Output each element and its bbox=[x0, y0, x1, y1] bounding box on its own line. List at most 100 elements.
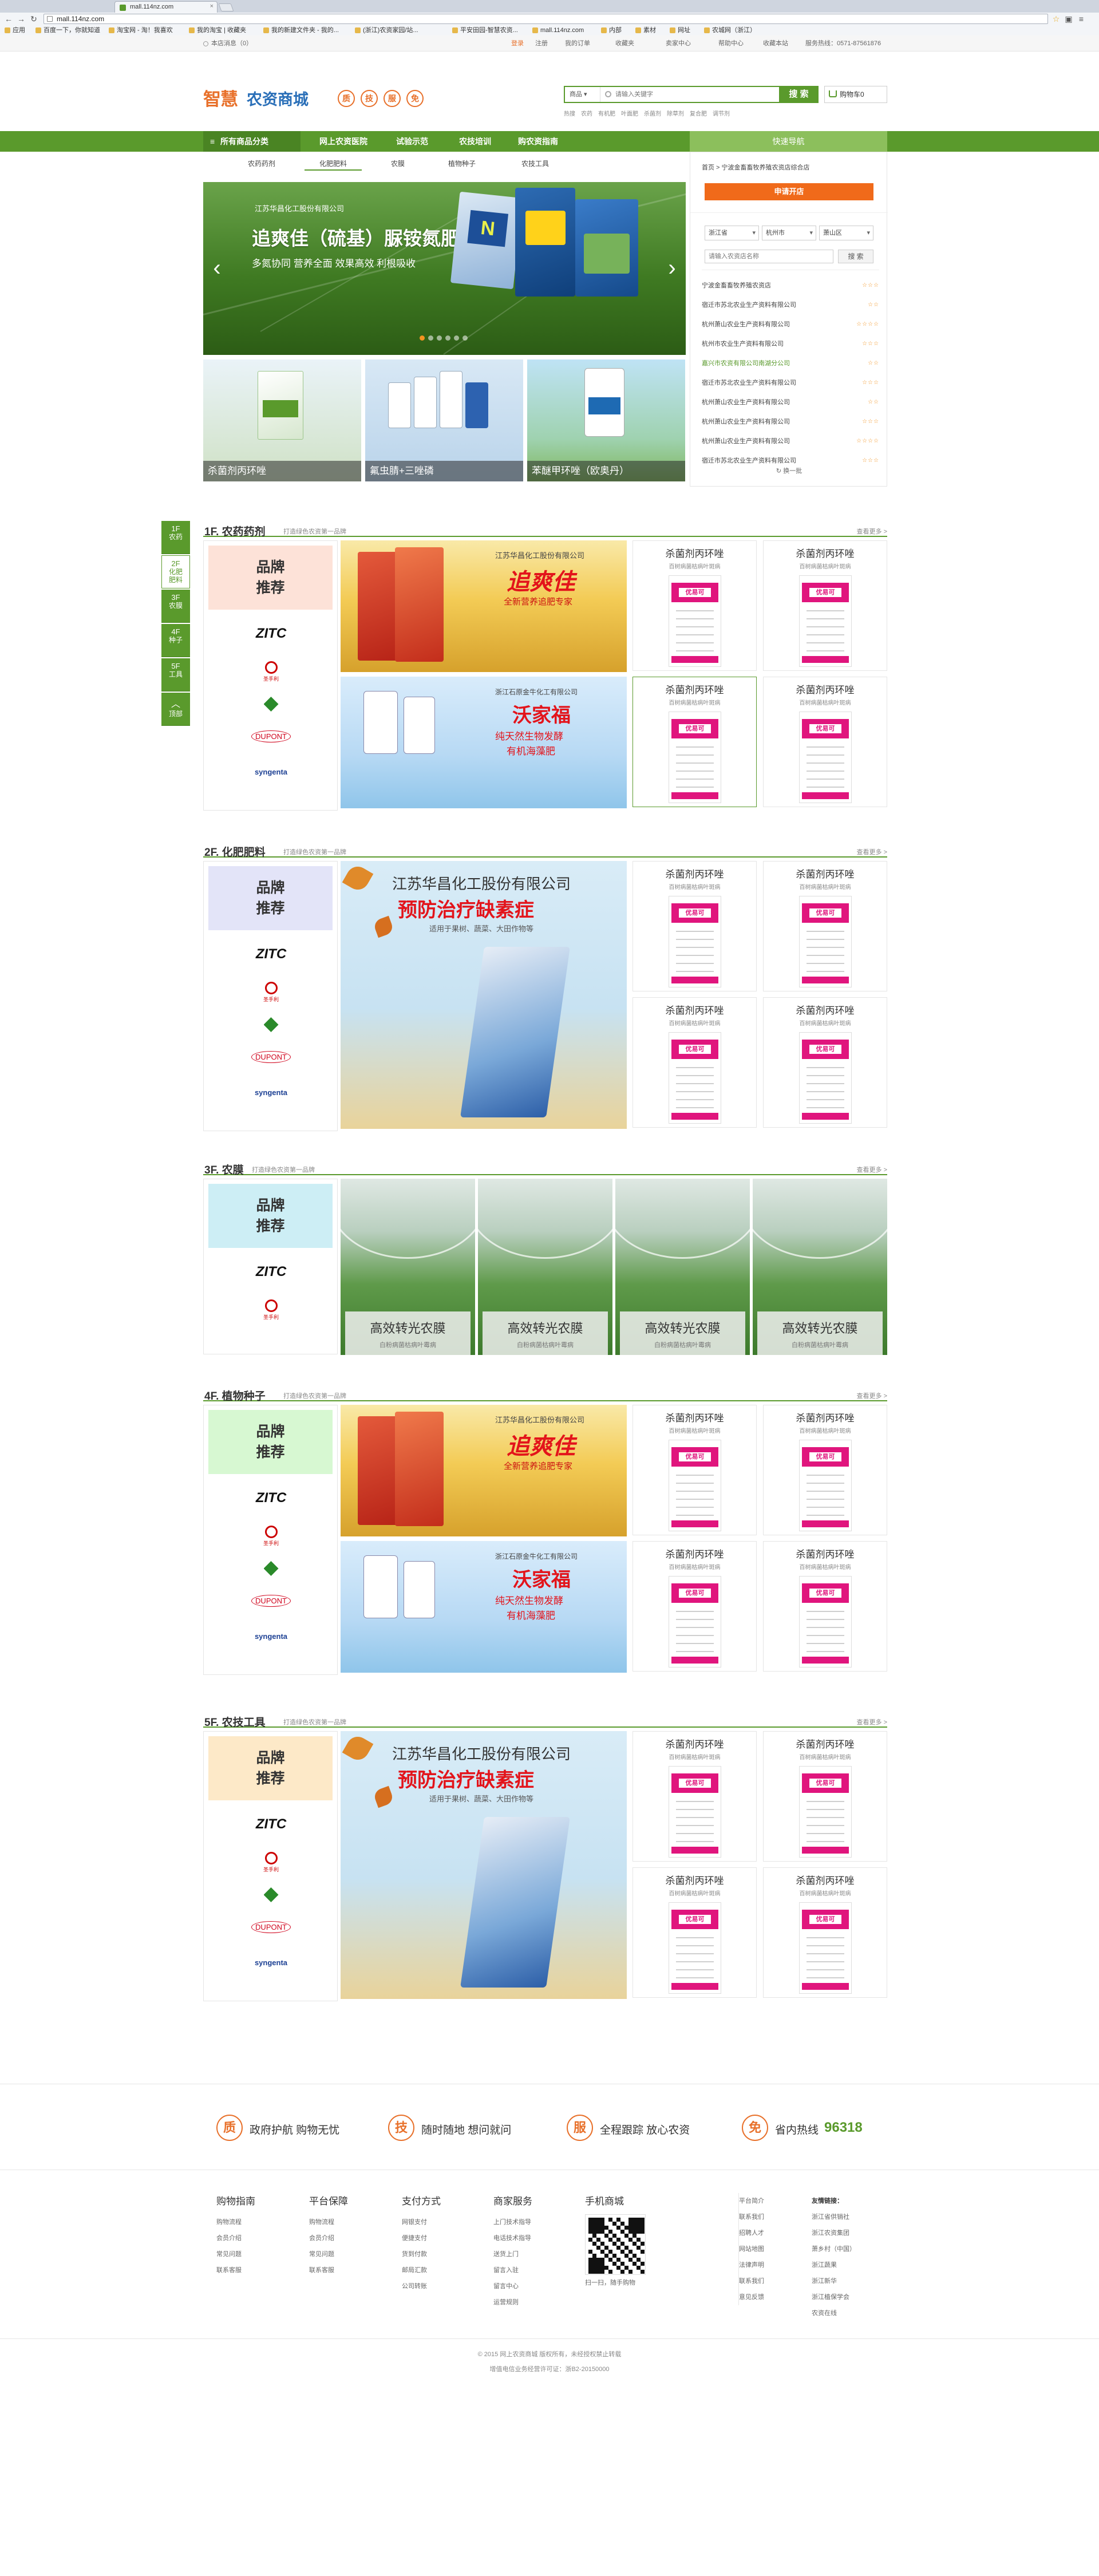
product-name[interactable]: 杀菌剂丙环唑 bbox=[633, 1410, 756, 1424]
product-card[interactable]: 杀菌剂丙环唑 百树病菌枯病叶斑病 优易可 bbox=[763, 997, 887, 1128]
hot-word[interactable]: 调节剂 bbox=[713, 111, 730, 117]
shop-list-item[interactable]: 杭州萧山农业生产资料有限公司 ☆☆☆☆ bbox=[702, 435, 879, 448]
nav-item[interactable]: 农技培训 bbox=[444, 131, 507, 152]
product-name[interactable]: 杀菌剂丙环唑 bbox=[764, 1872, 887, 1887]
back-to-top-button[interactable]: ︿ 顶部 bbox=[161, 693, 190, 726]
forward-arrow-icon[interactable]: → bbox=[16, 14, 26, 23]
shop-list-item[interactable]: 宁波金畜畜牧养殖农资店 ☆☆☆ bbox=[702, 279, 879, 292]
footer-link[interactable]: 常见问题 bbox=[309, 2246, 348, 2262]
shop-list-item[interactable]: 宿迁市苏北农业生产资料有限公司 ☆☆☆ bbox=[702, 377, 879, 389]
friend-link[interactable]: 浙江新华 bbox=[812, 2273, 856, 2289]
brand-logo[interactable]: DUPONT bbox=[204, 1051, 338, 1063]
reload-icon[interactable]: ↻ bbox=[29, 14, 39, 23]
extension-icon[interactable]: ▣ bbox=[1064, 14, 1074, 23]
friend-link[interactable]: 浙江蔬果 bbox=[812, 2257, 856, 2273]
product-name[interactable]: 杀菌剂丙环唑 bbox=[764, 866, 887, 880]
shop-search-button[interactable]: 搜 索 bbox=[838, 250, 873, 263]
site-nav-link[interactable]: 收藏本站 bbox=[763, 35, 788, 52]
hot-word[interactable]: 除草剂 bbox=[667, 111, 684, 117]
product-name[interactable]: 杀菌剂丙环唑 bbox=[764, 1410, 887, 1424]
subtab-item[interactable]: 植物种子 bbox=[433, 157, 491, 171]
brand-logo[interactable]: 圣手利 bbox=[204, 661, 338, 682]
footer-link[interactable]: 联系客服 bbox=[309, 2262, 348, 2278]
shop-list-item[interactable]: 宿迁市苏北农业生产资料有限公司 ☆☆ bbox=[702, 299, 879, 311]
product-card[interactable]: 杀菌剂丙环唑 百树病菌枯病叶斑病 优易可 bbox=[763, 861, 887, 991]
hot-word[interactable]: 热搜 bbox=[564, 111, 575, 117]
footer-link[interactable]: 运营规则 bbox=[493, 2294, 532, 2310]
brand-logo[interactable]: syngenta bbox=[204, 1088, 338, 1097]
nav-item[interactable]: 购农资指南 bbox=[507, 131, 570, 152]
bookmark-folder[interactable]: 素材 bbox=[635, 25, 656, 35]
banner-dot[interactable] bbox=[428, 335, 433, 341]
banner-dot[interactable] bbox=[437, 335, 442, 341]
help-center-link[interactable]: 帮助中心 bbox=[718, 35, 744, 52]
brand-logo[interactable] bbox=[204, 1887, 338, 1902]
floor-nav-item[interactable]: 3F 农膜 bbox=[161, 590, 190, 623]
brand-logo[interactable]: 圣手利 bbox=[204, 1299, 338, 1321]
floor-nav-item[interactable]: 1F 农药 bbox=[161, 521, 190, 554]
brand-logo[interactable]: syngenta bbox=[204, 1632, 338, 1641]
about-link[interactable]: 平台简介 bbox=[739, 2193, 764, 2209]
brand-logo[interactable]: ZITC bbox=[204, 1490, 338, 1506]
more-link[interactable]: 查看更多 > bbox=[857, 847, 887, 856]
bookmark-item[interactable]: 我的新建文件夹 - 我的... bbox=[263, 25, 339, 35]
site-logo[interactable]: 智慧 农资商城 bbox=[203, 85, 346, 110]
product-name[interactable]: 杀菌剂丙环唑 bbox=[764, 1736, 887, 1751]
footer-link[interactable]: 购物流程 bbox=[216, 2214, 255, 2230]
film-card[interactable]: 高效转光农膜 白粉病菌枯病叶霉病 bbox=[341, 1179, 475, 1355]
close-tab-icon[interactable]: × bbox=[210, 3, 214, 10]
product-name[interactable]: 杀菌剂丙环唑 bbox=[633, 1872, 756, 1887]
product-card[interactable]: 杀菌剂丙环唑 百树病菌枯病叶斑病 优易可 bbox=[632, 1731, 757, 1862]
film-card[interactable]: 高效转光农膜 白粉病菌枯病叶霉病 bbox=[753, 1179, 887, 1355]
product-name[interactable]: 杀菌剂丙环唑 bbox=[633, 1002, 756, 1017]
banner-dot[interactable] bbox=[445, 335, 450, 341]
subtab-item[interactable]: 农药药剂 bbox=[233, 157, 290, 171]
brand-logo[interactable]: syngenta bbox=[204, 1958, 338, 1967]
district-select[interactable]: 萧山区 bbox=[819, 226, 873, 240]
hero-banner[interactable]: 江苏华昌化工股份有限公司 追爽佳（硫基）脲铵氮肥 多氮协同 营养全面 效果高效 … bbox=[203, 182, 686, 355]
footer-link[interactable]: 便捷支付 bbox=[402, 2230, 441, 2246]
product-thumb[interactable]: 氟虫腈+三唑磷 bbox=[365, 359, 523, 481]
floor-nav-item[interactable]: 5F 工具 bbox=[161, 658, 190, 692]
ad-banner[interactable]: 江苏华昌化工股份有限公司 预防治疗缺素症 适用于果树、蔬菜、大田作物等 bbox=[341, 861, 627, 1129]
film-card[interactable]: 高效转光农膜 白粉病菌枯病叶霉病 bbox=[478, 1179, 612, 1355]
footer-link[interactable]: 留言入驻 bbox=[493, 2262, 532, 2278]
my-orders-link[interactable]: 我的订单 bbox=[565, 35, 590, 52]
bookmark-item[interactable]: 百度一下，你就知道 bbox=[35, 25, 100, 35]
product-thumb[interactable]: 杀菌剂丙环唑 bbox=[203, 359, 361, 481]
bookmark-star-icon[interactable]: ☆ bbox=[1051, 14, 1061, 23]
ad-banner[interactable]: 浙江石原金牛化工有限公司 沃家福 纯天然生物发酵 有机海藻肥 bbox=[341, 1541, 627, 1673]
shop-list-item[interactable]: 杭州萧山农业生产资料有限公司 ☆☆☆☆ bbox=[702, 318, 879, 331]
friend-link[interactable]: 浙江省供销社 bbox=[812, 2209, 856, 2225]
about-link[interactable]: 招聘人才 bbox=[739, 2225, 764, 2241]
shop-name[interactable]: 嘉兴市农资有限公司南湖分公司 bbox=[702, 360, 790, 367]
banner-dot[interactable] bbox=[454, 335, 459, 341]
shop-list-item[interactable]: 嘉兴市农资有限公司南湖分公司 ☆☆ bbox=[702, 357, 879, 370]
more-link[interactable]: 查看更多 > bbox=[857, 527, 887, 536]
footer-link[interactable]: 留言中心 bbox=[493, 2278, 532, 2294]
bookmark-item[interactable]: mall.114nz.com bbox=[532, 25, 584, 35]
product-name[interactable]: 杀菌剂丙环唑 bbox=[764, 1002, 887, 1017]
shop-name[interactable]: 宿迁市苏北农业生产资料有限公司 bbox=[702, 302, 796, 309]
shop-name[interactable]: 宿迁市苏北农业生产资料有限公司 bbox=[702, 380, 796, 386]
friend-link[interactable]: 浙江农资集团 bbox=[812, 2225, 856, 2241]
brand-logo[interactable] bbox=[204, 1561, 338, 1576]
product-name[interactable]: 杀菌剂丙环唑 bbox=[764, 682, 887, 696]
brand-logo[interactable] bbox=[204, 697, 338, 712]
product-thumb[interactable]: 苯醚甲环唑（欧奥丹） bbox=[527, 359, 685, 481]
address-bar[interactable]: mall.114nz.com bbox=[44, 14, 1048, 24]
footer-link[interactable]: 扫一扫，随手购物 bbox=[585, 2275, 659, 2291]
welcome-text[interactable]: 本店消息（0） bbox=[203, 35, 252, 52]
hot-word[interactable]: 杀菌剂 bbox=[644, 111, 661, 117]
province-select[interactable]: 浙江省 bbox=[705, 226, 759, 240]
product-card[interactable]: 杀菌剂丙环唑 百树病菌枯病叶斑病 优易可 bbox=[632, 997, 757, 1128]
seller-center-link[interactable]: 卖家中心 bbox=[666, 35, 691, 52]
footer-link[interactable]: 联系客服 bbox=[216, 2262, 255, 2278]
friend-link[interactable]: 农资在线 bbox=[812, 2305, 856, 2321]
brand-logo[interactable]: DUPONT bbox=[204, 1595, 338, 1607]
menu-icon[interactable]: ≡ bbox=[1076, 14, 1086, 23]
ad-banner[interactable]: 江苏华昌化工股份有限公司 预防治疗缺素症 适用于果树、蔬菜、大田作物等 bbox=[341, 1731, 627, 1999]
ad-banner[interactable]: 江苏华昌化工股份有限公司 追爽佳 全新营养追肥专家 bbox=[341, 540, 627, 672]
footer-link[interactable]: 送货上门 bbox=[493, 2246, 532, 2262]
footer-link[interactable]: 网银支付 bbox=[402, 2214, 441, 2230]
